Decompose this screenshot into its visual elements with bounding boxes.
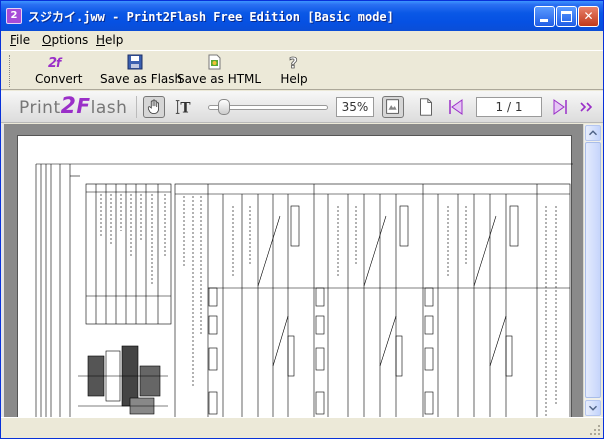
single-page-button[interactable] [415, 96, 437, 118]
help-question-icon: ? [289, 54, 299, 70]
window-title: スジカイ.jww - Print2Flash Free Edition [Bas… [28, 10, 394, 24]
menu-help[interactable]: Help [96, 33, 123, 47]
hand-icon [147, 99, 159, 114]
scroll-up-arrow-icon [589, 130, 597, 136]
svg-text:f: f [56, 56, 63, 70]
convert-button[interactable]: 2 f Convert [35, 54, 83, 88]
menu-file-label: ile [16, 33, 31, 47]
maximize-button[interactable] [556, 6, 577, 27]
logo-text-f: F [76, 94, 91, 118]
convert-icon: 2 f [48, 56, 63, 70]
more-options-chevron-icon[interactable] [577, 97, 597, 117]
convert-label: Convert [35, 72, 83, 86]
print2flash-logo: Print2Flash [19, 94, 127, 120]
floppy-disk-icon [127, 54, 143, 70]
menu-bar: File Options Help [1, 31, 603, 50]
close-button[interactable]: ✕ [578, 6, 599, 27]
page-number-field[interactable]: 1 / 1 [476, 97, 542, 117]
menu-help-label: elp [105, 33, 124, 47]
print2flash-app-icon[interactable]: 2 [6, 8, 22, 24]
close-icon: ✕ [583, 9, 594, 23]
app-window: 2 スジカイ.jww - Print2Flash Free Edition [B… [0, 0, 604, 439]
text-cursor-icon: T [175, 100, 191, 116]
scroll-up-button[interactable] [585, 125, 601, 141]
main-toolbar: 2 f Convert Save as Flash Save as HTML ? [1, 50, 603, 90]
minimize-button[interactable] [534, 6, 555, 27]
svg-text:?: ? [289, 54, 298, 70]
zoom-slider-thumb[interactable] [218, 99, 230, 115]
fit-width-button[interactable] [382, 96, 404, 118]
status-bar [1, 417, 603, 438]
menu-options[interactable]: Options [42, 33, 88, 47]
toolbar-grip[interactable] [9, 55, 12, 87]
maximize-icon [561, 11, 572, 22]
previous-page-icon[interactable] [446, 97, 466, 117]
minimize-icon [540, 19, 548, 22]
logo-text-print: Print [19, 98, 61, 118]
zoom-level-field[interactable]: 35% [336, 97, 374, 117]
help-label: Help [280, 72, 308, 86]
document-page [17, 135, 573, 417]
save-as-flash-button[interactable]: Save as Flash [100, 54, 183, 88]
vertical-scrollbar[interactable] [583, 124, 601, 417]
save-as-flash-label: Save as Flash [100, 72, 183, 86]
viewer-separator [136, 96, 137, 118]
logo-text-lash: lash [90, 98, 128, 118]
save-as-html-button[interactable]: Save as HTML [177, 54, 262, 88]
logo-text-two: 2 [60, 94, 77, 119]
save-as-html-label: Save as HTML [177, 72, 262, 86]
fit-page-icon [386, 99, 399, 114]
menu-help-mnemonic: H [96, 33, 106, 47]
menu-file[interactable]: File [10, 33, 30, 47]
document-view[interactable] [1, 124, 583, 417]
resize-grip-icon[interactable] [589, 424, 601, 436]
next-page-icon[interactable] [550, 97, 570, 117]
scroll-down-button[interactable] [585, 400, 601, 416]
scrollbar-thumb[interactable] [585, 142, 601, 398]
cad-drawing-preview [35, 163, 573, 417]
pan-tool-button[interactable] [143, 96, 165, 118]
menu-options-label: ptions [51, 33, 89, 47]
html-page-icon [208, 54, 221, 70]
text-select-tool-button[interactable]: T [173, 96, 195, 118]
title-bar[interactable]: 2 スジカイ.jww - Print2Flash Free Edition [B… [1, 1, 603, 31]
viewer-toolbar: Print2Flash T 35% 1 / 1 [1, 91, 603, 123]
scroll-down-arrow-icon [589, 405, 597, 411]
help-button[interactable]: ? Help [280, 54, 308, 88]
svg-text:T: T [180, 100, 190, 116]
page-icon [420, 98, 432, 116]
